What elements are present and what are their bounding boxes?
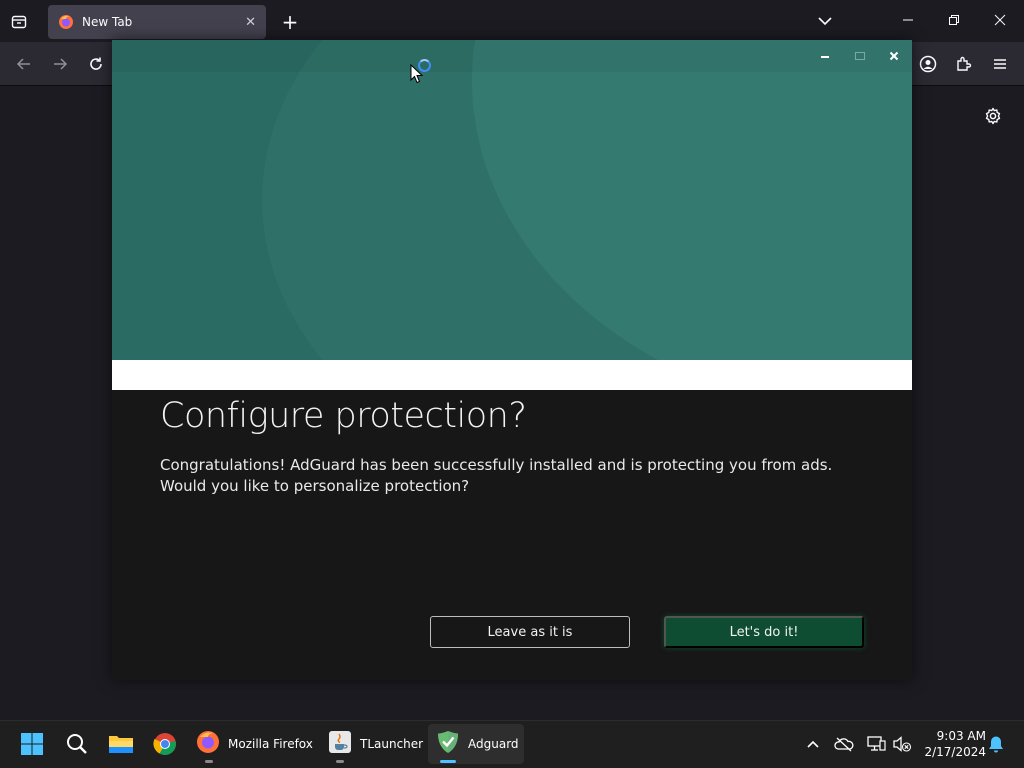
volume-muted-icon[interactable] — [892, 734, 912, 754]
network-icon[interactable] — [866, 734, 886, 754]
notifications-bell-icon[interactable] — [986, 734, 1006, 754]
hero-bottom-strip — [112, 360, 912, 390]
active-indicator — [440, 760, 456, 763]
firefox-favicon-icon — [58, 14, 74, 30]
adguard-close-icon[interactable] — [884, 46, 904, 66]
taskbar-label: Adguard — [468, 737, 519, 751]
adguard-shield-icon — [436, 730, 460, 758]
newtab-settings-gear-icon[interactable] — [983, 106, 1003, 130]
tab-new-tab[interactable]: New Tab ✕ — [48, 5, 266, 39]
adguard-maximize-icon[interactable] — [850, 46, 870, 66]
chrome-icon[interactable] — [152, 732, 178, 756]
lets-do-it-button[interactable]: Let's do it! — [664, 616, 864, 648]
forward-icon[interactable] — [50, 54, 70, 74]
list-all-tabs-icon[interactable] — [816, 12, 834, 34]
adguard-window: Configure protection? Congratulations! A… — [112, 40, 912, 680]
tab-close-icon[interactable]: ✕ — [245, 15, 256, 30]
menu-icon[interactable] — [990, 54, 1010, 74]
taskbar-item-firefox[interactable]: Mozilla Firefox — [192, 724, 316, 764]
clock-time: 9:03 AM — [936, 729, 986, 743]
new-tab-icon[interactable]: + — [280, 10, 300, 34]
window-close-icon[interactable] — [990, 10, 1010, 30]
file-explorer-icon[interactable] — [108, 732, 134, 756]
tab-title: New Tab — [82, 15, 133, 29]
window-minimize-icon[interactable] — [898, 10, 918, 30]
account-icon[interactable] — [918, 54, 938, 74]
taskbar-item-tlauncher[interactable]: TLauncher — [322, 724, 424, 764]
firefox-icon — [196, 730, 220, 758]
adguard-hero-banner — [112, 40, 912, 360]
system-clock[interactable]: 9:03 AM 2/17/2024 — [920, 728, 986, 760]
show-hidden-icons-chevron-icon[interactable] — [803, 734, 823, 754]
tlauncher-java-icon — [328, 730, 352, 758]
running-indicator — [205, 760, 213, 763]
adguard-titlebar — [112, 40, 912, 72]
taskbar-label: Mozilla Firefox — [228, 737, 313, 751]
clock-date: 2/17/2024 — [924, 745, 986, 759]
back-icon[interactable] — [14, 54, 34, 74]
description-text: Congratulations! AdGuard has been succes… — [160, 456, 833, 495]
firefox-view-icon[interactable] — [8, 11, 30, 33]
extensions-icon[interactable] — [954, 54, 974, 74]
running-indicator — [336, 760, 344, 763]
onedrive-offline-icon[interactable] — [834, 734, 854, 754]
start-windows-icon[interactable] — [20, 732, 44, 756]
reload-icon[interactable] — [86, 54, 106, 74]
taskbar-label: TLauncher — [360, 737, 424, 751]
search-icon[interactable] — [65, 732, 89, 756]
taskbar-item-adguard[interactable]: Adguard — [428, 724, 524, 764]
window-restore-icon[interactable] — [944, 10, 964, 30]
leave-as-is-button[interactable]: Leave as it is — [430, 616, 630, 648]
page-title: Configure protection? — [160, 396, 527, 436]
adguard-minimize-icon[interactable] — [815, 46, 835, 66]
mouse-cursor-icon — [410, 63, 424, 88]
